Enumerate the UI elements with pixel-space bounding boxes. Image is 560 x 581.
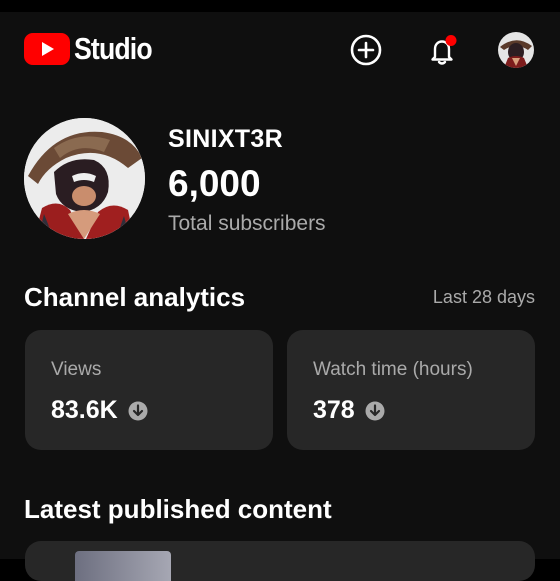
subscriber-label: Total subscribers	[168, 212, 326, 235]
views-value: 83.6K	[51, 396, 118, 424]
views-card[interactable]: Views 83.6K	[25, 330, 273, 450]
studio-home-screen: Studio SINIXT3R 6,000 Total subscribers …	[0, 0, 560, 581]
analytics-heading: Channel analytics	[24, 282, 246, 312]
views-value-row: 83.6K	[51, 396, 148, 425]
status-bar	[0, 0, 560, 12]
latest-content-heading: Latest published content	[24, 494, 332, 524]
create-icon[interactable]	[348, 32, 384, 68]
channel-avatar[interactable]	[24, 118, 145, 239]
studio-logo[interactable]: Studio	[24, 31, 164, 67]
notification-badge	[445, 35, 457, 46]
watch-time-card[interactable]: Watch time (hours) 378	[287, 330, 535, 450]
watch-time-label: Watch time (hours)	[313, 359, 473, 380]
views-label: Views	[51, 359, 102, 380]
latest-content-card[interactable]	[25, 541, 535, 581]
watch-time-value-row: 378	[313, 396, 385, 425]
account-avatar[interactable]	[498, 32, 534, 68]
notifications-bell-icon[interactable]	[424, 32, 460, 68]
app-title: Studio	[74, 31, 153, 66]
app-header: Studio	[0, 22, 560, 78]
youtube-logo-icon	[24, 33, 70, 65]
arrow-down-circle-icon	[128, 401, 148, 421]
video-thumbnail[interactable]	[75, 551, 171, 581]
watch-time-value: 378	[313, 396, 355, 424]
channel-name: SINIXT3R	[168, 125, 283, 153]
period-label: Last 28 days	[432, 287, 535, 307]
arrow-down-circle-icon	[365, 401, 385, 421]
subscriber-count: 6,000	[168, 163, 261, 204]
